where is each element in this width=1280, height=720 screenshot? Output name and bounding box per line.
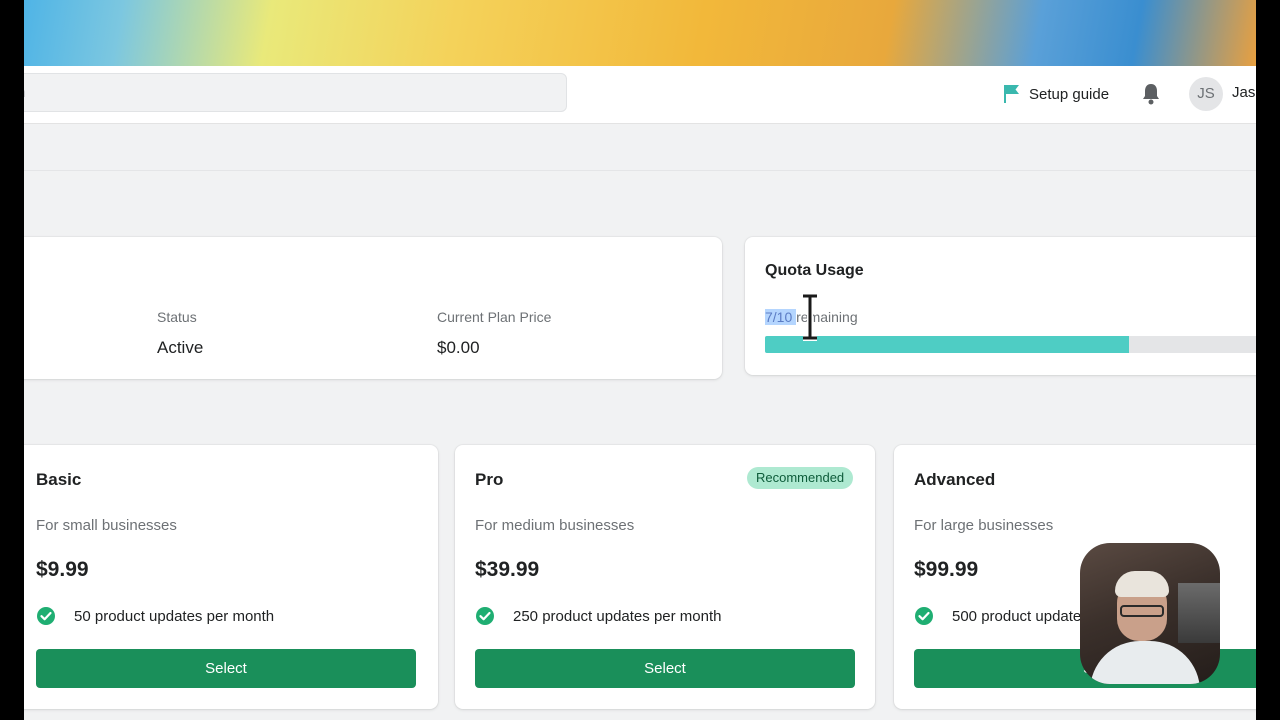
search-text: h <box>24 84 25 101</box>
status-label: Status <box>157 309 197 325</box>
plan-price: $99.99 <box>914 558 979 581</box>
plan-card-basic: Basic For small businesses $9.99 50 prod… <box>24 445 438 709</box>
check-circle-icon <box>915 607 933 625</box>
check-circle-icon <box>476 607 494 625</box>
select-pro-button[interactable]: Select <box>475 649 855 688</box>
plan-price: $9.99 <box>36 558 89 581</box>
webcam-person-hair <box>1115 571 1169 597</box>
plan-feature-text: 250 product updates per month <box>513 607 722 625</box>
quota-progress-bar <box>765 336 1256 353</box>
search-input[interactable]: h <box>24 73 567 112</box>
section-divider <box>24 170 1256 171</box>
plan-feature: 50 product updates per month <box>36 606 274 626</box>
quota-title: Quota Usage <box>765 262 864 279</box>
avatar[interactable]: JS <box>1189 77 1223 111</box>
plan-feature: 250 product updates per month <box>475 606 721 626</box>
webcam-background-shelf <box>1178 583 1220 643</box>
webcam-person-shirt <box>1090 641 1200 684</box>
flag-icon <box>1004 85 1019 103</box>
top-bar: h Setup guide JS Jas <box>24 66 1256 124</box>
desktop-wallpaper <box>24 0 1256 66</box>
price-label: Current Plan Price <box>437 309 552 325</box>
webcam-person-glasses <box>1120 605 1164 617</box>
status-value: Active <box>157 338 204 357</box>
recommended-badge: Recommended <box>747 467 854 489</box>
plan-name: Pro <box>475 470 504 489</box>
webcam-overlay <box>1080 543 1220 684</box>
app-window: h Setup guide JS Jas Status Active Curre… <box>24 0 1256 720</box>
plan-feature-text: 50 product updates per month <box>74 607 275 625</box>
setup-guide-link[interactable]: Setup guide <box>1003 82 1109 106</box>
quota-usage-selected: 7/10 <box>765 309 797 325</box>
select-basic-button[interactable]: Select <box>36 649 416 688</box>
current-plan-card: Status Active Current Plan Price $0.00 <box>24 237 722 379</box>
user-name[interactable]: Jas <box>1232 84 1255 101</box>
price-value: $0.00 <box>437 338 480 357</box>
quota-usage-card: Quota Usage 7/10 remaining <box>745 237 1256 375</box>
plan-description: For large businesses <box>914 517 1054 534</box>
plan-card-pro: Pro Recommended For medium businesses $3… <box>455 445 875 709</box>
bell-icon[interactable] <box>1140 82 1162 106</box>
setup-guide-label: Setup guide <box>1029 85 1110 103</box>
text-cursor-icon <box>803 293 817 341</box>
plan-description: For small businesses <box>36 517 177 534</box>
plan-price: $39.99 <box>475 558 540 581</box>
check-circle-icon <box>37 607 55 625</box>
plan-description: For medium businesses <box>475 517 635 534</box>
plan-name: Basic <box>36 470 82 489</box>
plan-name: Advanced <box>914 470 996 489</box>
